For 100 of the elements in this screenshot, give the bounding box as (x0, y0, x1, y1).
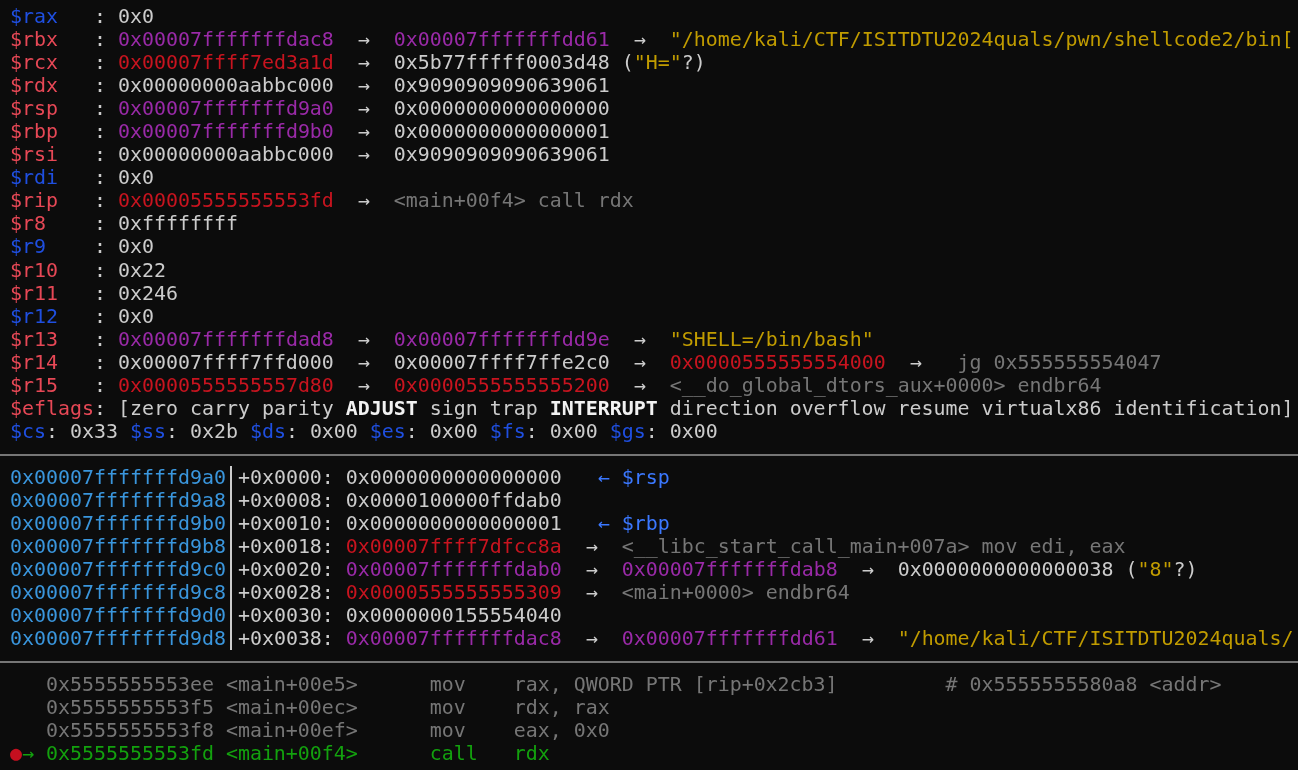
arrow-text: → (356, 97, 371, 121)
code-pointer: 0x00007ffff7ed3a1d (117, 51, 334, 75)
value-text: : 0x0 (92, 166, 154, 190)
register-name: $r8 (10, 212, 46, 236)
value-text: : 0x00 (525, 419, 599, 443)
code-pointer: 0x0000555555554000 (669, 350, 886, 374)
value-text: : 0xffffffff (92, 212, 238, 236)
value-text: ?) (681, 51, 706, 75)
register-name: $r10 (10, 258, 58, 282)
pointer-value: 0x00007fffffffdac8 (117, 28, 334, 52)
string-text: "8" (1137, 558, 1174, 582)
value-text: +0x0008: 0x0000100000ffdab0 (237, 488, 562, 512)
value-text: : 0x2b (165, 419, 239, 443)
value-text: : (92, 51, 107, 75)
value-text: +0x0018: (237, 535, 335, 559)
value-text: : 0x22 (92, 258, 166, 282)
register-name: $rsp (10, 97, 58, 121)
stack-address: 0x00007fffffffd9b0 (10, 512, 232, 536)
arrow-text: → (632, 373, 647, 397)
stack-address: 0x00007fffffffd9a0 (10, 465, 232, 489)
pointer-value: 0x00007fffffffd9b0 (117, 120, 334, 144)
arrow-text: → (860, 627, 875, 651)
breakpoint-marker: ● (10, 742, 22, 766)
code-pointer: 0x0000555555555309 (345, 581, 562, 605)
register-name: $rcx (10, 51, 58, 75)
pointer-value: 0x00007fffffffdd61 (393, 28, 610, 52)
stack-address: 0x00007fffffffd9a8 (10, 488, 232, 512)
arrow-text: → (356, 143, 371, 167)
register-name: $rax (10, 5, 58, 29)
arrow-text: → (356, 373, 371, 397)
pointer-value: 0x00007fffffffdd9e (393, 327, 610, 351)
string-text: "/home/kali/CTF/ISITDTU2024quals/ (897, 627, 1294, 651)
symbol-text: 0x5555555553f5 <main+00ec> mov rdx, rax (44, 696, 610, 720)
arrow-text: → (356, 51, 371, 75)
value-text: : 0x00 (645, 419, 718, 443)
symbol-text: <__do_global_dtors_aux+0000> endbr64 (669, 373, 1102, 397)
register-name: $ss (129, 419, 166, 443)
register-name: $rbp (10, 120, 58, 144)
value-text: 0x0000000000000001 (393, 120, 610, 144)
code-pointer: 0x0000555555557d80 (117, 373, 334, 397)
value-text: : (92, 28, 107, 52)
register-name: $r14 (10, 350, 58, 374)
string-text: "H=" (633, 51, 682, 75)
register-name: $rsi (10, 143, 58, 167)
register-name: $r15 (10, 373, 58, 397)
value-text: 0x9090909090639061 (393, 74, 610, 98)
pointer-value: 0x00007fffffffdac8 (345, 627, 562, 651)
pointer-value: 0x00007fffffffdad8 (117, 327, 334, 351)
value-text: : 0x33 (46, 419, 119, 443)
string-text: "/home/kali/CTF/ISITDTU2024quals/pwn/shellcode2/bin[ (669, 28, 1294, 52)
value-text: 0x00007ffff7ffe2c0 (393, 350, 610, 374)
register-name: $r11 (10, 281, 58, 305)
value-text: +0x0000: 0x0000000000000000 (237, 465, 562, 489)
register-name: $r13 (10, 327, 58, 351)
value-text: +0x0038: (237, 627, 335, 651)
value-text: 0x0000000000000038 ( (897, 558, 1138, 582)
value-text: : (92, 189, 107, 213)
value-text: : 0x0 (92, 5, 154, 29)
stack-address: 0x00007fffffffd9c0 (10, 558, 232, 582)
arrow-text: → (632, 28, 647, 52)
register-name: $r9 (10, 235, 46, 259)
value-text: : 0x0 (92, 304, 154, 328)
value-text: : 0x00000000aabbc000 (92, 74, 334, 98)
register-name: $rbx (10, 28, 58, 52)
value-text: ?) (1173, 558, 1198, 582)
pointer-value: 0x00007fffffffdab8 (621, 558, 838, 582)
register-name: $fs (489, 419, 526, 443)
arrow-text: → (584, 581, 599, 605)
stack-address: 0x00007fffffffd9d8 (10, 627, 232, 651)
value-text: +0x0010: 0x0000000000000001 (237, 512, 562, 536)
arrow-text: → (584, 627, 599, 651)
code-pointer: 0x0000555555555200 (393, 373, 610, 397)
value-text: sign trap (428, 396, 539, 420)
register-name: $r12 (10, 304, 58, 328)
arrow-text: → (356, 350, 371, 374)
arrow-text: → (356, 74, 371, 98)
arrow-text: → (356, 189, 371, 213)
arrow-text: → (908, 350, 923, 374)
value-text: : 0x00 (405, 419, 479, 443)
value-text: : (92, 120, 107, 144)
value-text: : 0x0 (92, 235, 154, 259)
arrow-text: → (632, 327, 647, 351)
register-label: ← $rsp (596, 465, 670, 489)
arrow-text: → (584, 535, 599, 559)
arrow-text: → (356, 28, 371, 52)
arrow-text: → (632, 350, 647, 374)
register-name: $eflags (10, 396, 94, 420)
code-pointer: 0x00005555555553fd (117, 189, 334, 213)
value-text: : (92, 373, 107, 397)
symbol-text: 0x5555555553ee <main+00e5> mov rax, QWORD PTR [rip+0x2cb3] # 0x5555555580a8 <addr> (44, 673, 1222, 697)
pointer-value: 0x00007fffffffdd61 (621, 627, 838, 651)
value-text: : [zero carry parity (93, 396, 335, 420)
value-text: +0x0030: 0x0000000155554040 (237, 604, 562, 628)
value-text: direction overflow resume virtualx86 identification] (668, 396, 1294, 420)
symbol-text: <__libc_start_call_main+007a> mov edi, eax (621, 535, 1126, 559)
value-text: : 0x00007ffff7ffd000 (92, 350, 334, 374)
register-name: $rdi (10, 166, 58, 190)
symbol-text: <main+0000> endbr64 (621, 581, 850, 605)
code-pointer: 0x00007ffff7dfcc8a (345, 535, 562, 559)
value-text: +0x0020: (237, 558, 335, 582)
